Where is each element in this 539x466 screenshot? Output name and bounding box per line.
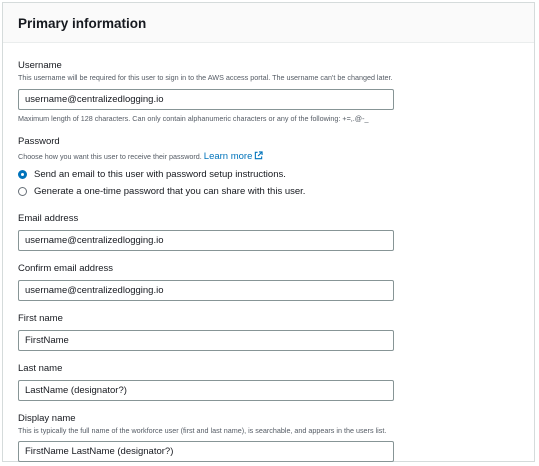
email-input[interactable]	[18, 230, 394, 251]
display-name-description: This is typically the full name of the w…	[18, 426, 387, 435]
password-label: Password	[18, 136, 60, 147]
username-description: This username will be required for this …	[18, 73, 393, 82]
panel-header: Primary information	[3, 3, 534, 43]
confirm-email-input[interactable]	[18, 280, 394, 301]
password-description-row: Choose how you want this user to receive…	[18, 151, 534, 162]
password-option-email-label: Send an email to this user with password…	[34, 169, 286, 180]
learn-more-link[interactable]: Learn more	[204, 151, 264, 162]
radio-email-selected[interactable]	[18, 170, 27, 179]
password-description: Choose how you want this user to receive…	[18, 152, 202, 161]
first-name-input[interactable]	[18, 330, 394, 351]
email-label: Email address	[18, 213, 79, 224]
last-name-input[interactable]	[18, 380, 394, 401]
radio-otp[interactable]	[18, 187, 27, 196]
password-option-otp-label: Generate a one-time password that you ca…	[34, 186, 306, 197]
external-link-icon	[255, 151, 264, 160]
password-field: Password Choose how you want this user t…	[18, 136, 534, 200]
last-name-field: Last name	[18, 363, 534, 401]
confirm-email-label: Confirm email address	[18, 263, 114, 274]
confirm-email-field: Confirm email address	[18, 263, 534, 301]
first-name-label: First name	[18, 313, 63, 324]
form-body: Username This username will be required …	[3, 43, 534, 462]
display-name-field: Display name This is typically the full …	[18, 413, 534, 462]
first-name-field: First name	[18, 313, 534, 351]
password-option-otp[interactable]: Generate a one-time password that you ca…	[18, 183, 534, 200]
primary-information-panel: Primary information Username This userna…	[2, 2, 535, 462]
last-name-label: Last name	[18, 363, 63, 374]
panel-title: Primary information	[18, 16, 147, 31]
username-input[interactable]	[18, 89, 394, 110]
display-name-label: Display name	[18, 413, 76, 424]
username-field: Username This username will be required …	[18, 60, 534, 124]
username-constraint: Maximum length of 128 characters. Can on…	[18, 114, 369, 123]
learn-more-label: Learn more	[203, 151, 253, 162]
email-field: Email address	[18, 213, 534, 251]
password-option-email[interactable]: Send an email to this user with password…	[18, 166, 534, 183]
username-label: Username	[18, 60, 62, 71]
password-options: Send an email to this user with password…	[18, 166, 534, 200]
display-name-input[interactable]	[18, 441, 394, 462]
